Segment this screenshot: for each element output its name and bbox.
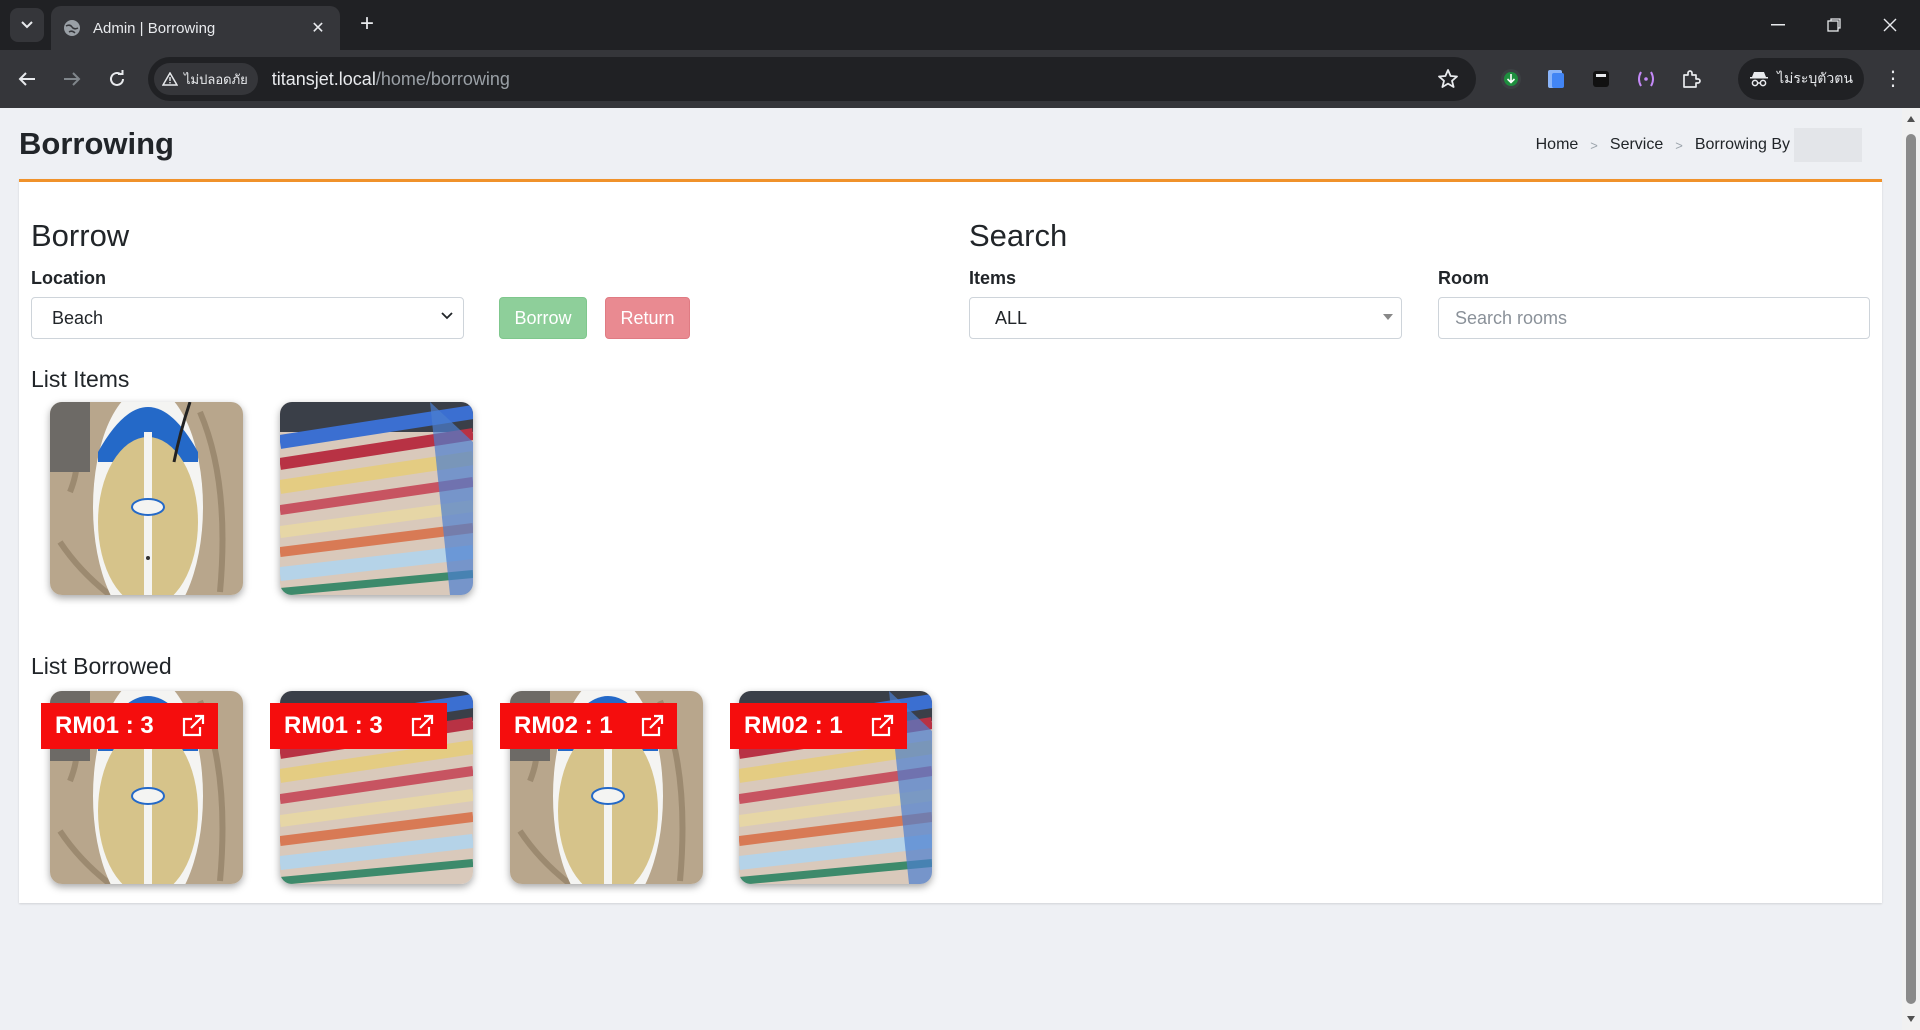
url-text[interactable]: titansjet.local/home/borrowing — [272, 69, 510, 90]
arrow-left-icon — [18, 72, 35, 86]
chevron-down-icon — [21, 21, 33, 29]
room-search-input[interactable]: Search rooms — [1438, 297, 1870, 339]
caret-down-icon — [1383, 314, 1393, 320]
forward-button[interactable] — [55, 62, 89, 96]
room-label: Room — [1438, 268, 1489, 288]
borrow-button[interactable]: Borrow — [499, 297, 587, 339]
item-tile-towel[interactable] — [280, 402, 473, 595]
room-tag[interactable]: RM01 : 3 — [270, 703, 447, 749]
url-path: /home/borrowing — [375, 68, 510, 89]
external-link-icon — [182, 714, 204, 737]
room-tag-label: RM01 : 3 — [284, 712, 383, 739]
borrowing-card: Borrow Location Beach Borrow Return Sear… — [19, 179, 1882, 903]
room-tag[interactable]: RM02 : 1 — [500, 703, 677, 749]
browser-menu-icon[interactable]: ⋮ — [1880, 66, 1906, 92]
breadcrumb: Home > Service > Borrowing By — [1536, 128, 1862, 162]
download-extension-icon[interactable] — [1498, 66, 1524, 92]
paddleboard-image — [50, 402, 243, 595]
arrow-right-icon — [64, 72, 81, 86]
close-window-button[interactable] — [1862, 0, 1918, 50]
close-icon — [1883, 18, 1897, 32]
extensions-puzzle-icon[interactable] — [1678, 66, 1704, 92]
borrow-heading: Borrow — [31, 218, 130, 253]
external-link-icon — [411, 714, 433, 737]
scroll-down-arrow[interactable] — [1907, 1016, 1915, 1022]
purple-extension-icon[interactable] — [1633, 66, 1659, 92]
room-tag[interactable]: RM01 : 3 — [41, 703, 218, 749]
breadcrumb-borrowing-by: Borrowing By — [1694, 136, 1790, 153]
warning-icon — [162, 72, 178, 86]
breadcrumb-service[interactable]: Service — [1610, 136, 1663, 154]
profile-label: ไม่ระบุตัวตน — [1777, 70, 1853, 86]
reload-icon — [110, 70, 124, 86]
room-tag-label: RM02 : 1 — [744, 712, 843, 739]
chevron-down-icon — [441, 312, 453, 320]
external-link-icon — [871, 714, 893, 737]
browser-tab[interactable]: Admin | Borrowing ✕ — [51, 6, 340, 50]
docs-extension-icon[interactable] — [1543, 66, 1569, 92]
tab-title: Admin | Borrowing — [93, 19, 216, 37]
redacted-username — [1794, 128, 1862, 162]
globe-icon — [64, 20, 80, 36]
page-content: Borrowing Home > Service > Borrowing By … — [0, 108, 1902, 1030]
breadcrumb-separator: > — [1675, 137, 1683, 153]
tab-list-button[interactable] — [10, 8, 44, 42]
restore-button[interactable] — [1806, 0, 1862, 50]
location-value: Beach — [52, 307, 104, 328]
room-tag-label: RM02 : 1 — [514, 712, 613, 739]
breadcrumb-separator: > — [1590, 137, 1598, 153]
towel-image — [280, 402, 473, 595]
close-tab-icon[interactable]: ✕ — [308, 18, 328, 38]
breadcrumb-home[interactable]: Home — [1536, 136, 1579, 154]
return-button[interactable]: Return — [605, 297, 690, 339]
security-label: ไม่ปลอดภัย — [184, 71, 248, 87]
location-select[interactable]: Beach — [31, 297, 464, 339]
scroll-up-arrow[interactable] — [1907, 116, 1915, 122]
security-chip[interactable]: ไม่ปลอดภัย — [154, 63, 258, 95]
room-tag[interactable]: RM02 : 1 — [730, 703, 907, 749]
minimize-icon — [1771, 24, 1785, 26]
incognito-icon — [1750, 72, 1769, 87]
room-tag-label: RM01 : 3 — [55, 712, 154, 739]
address-bar[interactable]: ไม่ปลอดภัย titansjet.local/home/borrowin… — [148, 57, 1476, 101]
search-heading: Search — [969, 218, 1068, 253]
page-scrollbar[interactable] — [1902, 108, 1920, 1030]
list-items-heading: List Items — [31, 366, 130, 392]
minimize-button[interactable] — [1750, 0, 1806, 50]
items-label: Items — [969, 268, 1017, 288]
restore-icon — [1827, 18, 1841, 32]
page-title: Borrowing — [19, 126, 174, 161]
external-link-icon — [641, 714, 663, 737]
items-value: ALL — [995, 307, 1028, 328]
location-label: Location — [31, 268, 106, 288]
item-tile-paddleboard[interactable] — [50, 402, 243, 595]
bookmark-star-icon[interactable] — [1436, 67, 1460, 91]
back-button[interactable] — [10, 62, 44, 96]
clipper-extension-icon[interactable] — [1588, 66, 1614, 92]
items-select[interactable]: ALL — [969, 297, 1402, 339]
list-borrowed-heading: List Borrowed — [31, 653, 172, 679]
room-search-placeholder: Search rooms — [1455, 307, 1568, 328]
browser-tabbar: Admin | Borrowing ✕ + — [0, 0, 1920, 50]
url-host: titansjet.local — [271, 68, 376, 89]
scrollbar-thumb[interactable] — [1906, 134, 1916, 1004]
new-tab-button[interactable]: + — [353, 10, 381, 38]
incognito-profile-button[interactable]: ไม่ระบุตัวตน — [1738, 58, 1864, 100]
reload-button[interactable] — [100, 62, 134, 96]
browser-toolbar: ไม่ปลอดภัย titansjet.local/home/borrowin… — [0, 50, 1920, 108]
